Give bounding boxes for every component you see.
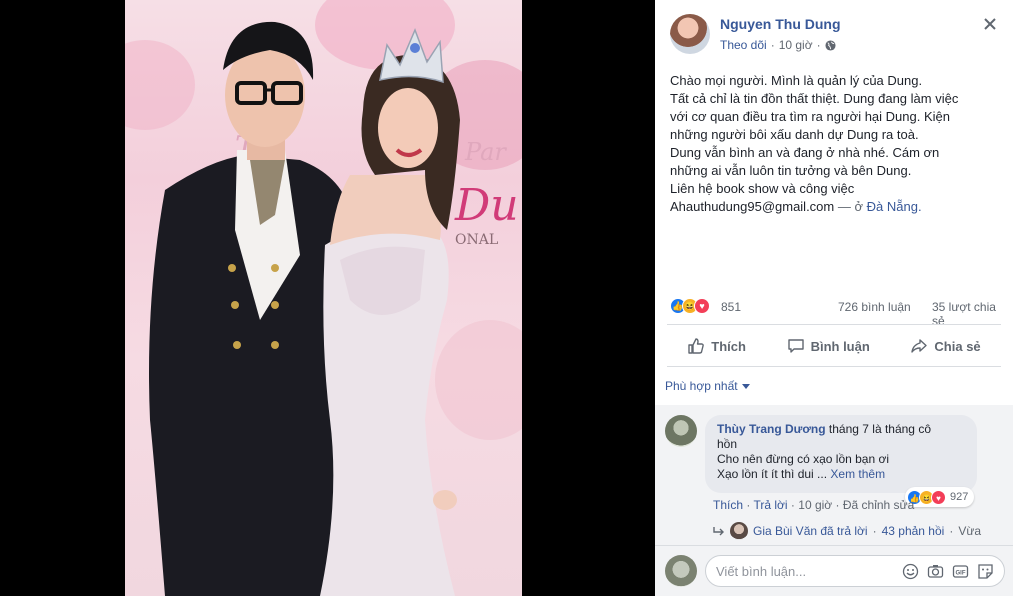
author-name[interactable]: Nguyen Thu Dung [720, 16, 841, 32]
share-button[interactable]: Chia sẻ [910, 337, 981, 355]
comment-text: Cho nên đừng có xạo lồn bạn ơi [717, 452, 890, 466]
follow-link[interactable]: Theo dõi [720, 38, 767, 52]
post-text-line: với cơ quan điều tra tìm ra người hại Du… [670, 109, 950, 124]
reply-time: Vừa [958, 524, 982, 538]
separator-dot: · [872, 524, 877, 538]
post-text-line: Tất cả chỉ là tin đồn thất thiệt. Dung đ… [670, 91, 959, 106]
gif-icon[interactable]: GIF [952, 563, 969, 580]
photo-viewer: Th Par Du ONAL [0, 0, 655, 596]
separator-dot: · [790, 498, 795, 512]
thumbs-up-icon [688, 338, 705, 354]
post-actions: Thích Bình luận Chia sẻ [667, 330, 1001, 362]
post-text: Chào mọi người. Mình là quản lý của Dung… [670, 72, 1005, 216]
comment-count[interactable]: 726 bình luận [838, 300, 911, 314]
love-reaction-icon: ♥ [931, 489, 946, 505]
divider [667, 324, 1001, 325]
like-button[interactable]: Thích [687, 337, 746, 355]
email-text: Ahauthudung95@gmail.com [670, 199, 835, 214]
comment-placeholder: Viết bình luận... [716, 563, 807, 579]
like-label: Thích [711, 338, 746, 354]
comment-reply-link[interactable]: Trả lời [753, 498, 787, 512]
reply-count: 43 phản hồi [881, 524, 945, 538]
camera-icon[interactable] [927, 563, 944, 580]
close-icon[interactable] [981, 16, 999, 34]
comment-edited[interactable]: Đã chỉnh sửa [843, 498, 914, 512]
reactions-summary: 👍 😆 ♥ 851 726 bình luận 35 lượt chia sẻ [670, 298, 1000, 328]
photo-people [149, 21, 460, 596]
location-link[interactable]: Đà Nẵng. [867, 199, 922, 214]
post-text-line: Dung vẫn bình an và đang ở nhà nhé. Cám … [670, 145, 940, 160]
comment-bubble: Thùy Trang Dương tháng 7 là tháng cô hồn… [705, 415, 977, 493]
comment-label: Bình luận [810, 338, 870, 354]
location-prefix: — ở [837, 199, 864, 214]
comment-reactions[interactable]: 👍 😆 ♥ 927 [905, 487, 975, 507]
separator-dot: · [770, 38, 775, 52]
divider [667, 366, 1001, 367]
comment-text: hồn [717, 437, 738, 451]
post-time[interactable]: 10 giờ [779, 38, 813, 52]
post-photo[interactable]: Th Par Du ONAL [125, 0, 522, 596]
comment-reaction-count: 927 [950, 491, 969, 503]
comment-icon [787, 339, 804, 353]
comment-input[interactable]: Viết bình luận... GIF [705, 555, 1005, 587]
author-avatar[interactable] [670, 14, 710, 54]
comment-like-link[interactable]: Thích [713, 498, 743, 512]
reply-arrow-icon [713, 527, 724, 536]
separator-dot: · [835, 498, 840, 512]
post-side-panel: Nguyen Thu Dung Theo dõi · 10 giờ · Chào… [655, 0, 1013, 596]
comment-time[interactable]: 10 giờ [798, 498, 832, 512]
separator-dot: · [746, 498, 751, 512]
post-text-line: Chào mọi người. Mình là quản lý của Dung… [670, 73, 923, 88]
commenter-avatar[interactable] [665, 415, 697, 447]
post-text-line: những ai vẫn luôn tin tưởng và bên Dung. [670, 163, 912, 178]
sort-label: Phù hợp nhất [665, 379, 738, 393]
reaction-count[interactable]: 851 [721, 300, 741, 314]
post-text-line: Ahauthudung95@gmail.com — ở Đà Nẵng. [670, 198, 1005, 216]
comment-text: tháng 7 là tháng cô [828, 422, 931, 436]
caret-down-icon [741, 384, 750, 389]
love-reaction-icon[interactable]: ♥ [694, 298, 710, 314]
post-meta: Theo dõi · 10 giờ · [720, 38, 836, 52]
comment-actions: Thích · Trả lời · 10 giờ · Đã chỉnh sửa [713, 498, 914, 512]
comment-button[interactable]: Bình luận [787, 337, 870, 355]
comment-author[interactable]: Thùy Trang Dương [717, 422, 826, 436]
separator-dot: · [949, 524, 954, 538]
emoji-icon[interactable] [902, 563, 919, 580]
svg-text:GIF: GIF [956, 570, 966, 576]
replier-avatar [730, 522, 748, 540]
write-comment-area: Viết bình luận... GIF [655, 545, 1013, 596]
comments-section: Thùy Trang Dương tháng 7 là tháng cô hồn… [655, 405, 1013, 545]
globe-icon[interactable] [825, 39, 836, 51]
post-text-line: Liên hệ book show và công việc [670, 181, 855, 196]
share-arrow-icon [911, 339, 928, 353]
post-text-line: những người bôi xấu danh dự Dung ra toà. [670, 127, 919, 142]
comment-sort-dropdown[interactable]: Phù hợp nhất [665, 379, 750, 393]
see-more-link[interactable]: Xem thêm [830, 467, 885, 481]
replies-summary[interactable]: Gia Bùi Văn đã trả lời · 43 phản hồi · V… [713, 522, 981, 540]
sticker-icon[interactable] [977, 563, 994, 580]
current-user-avatar [665, 555, 697, 587]
comment-text: Xạo lồn ít ít thì dui ... [717, 467, 828, 481]
share-label: Chia sẻ [934, 338, 981, 354]
replier-text: Gia Bùi Văn đã trả lời [753, 524, 868, 538]
separator-dot: · [816, 38, 821, 52]
